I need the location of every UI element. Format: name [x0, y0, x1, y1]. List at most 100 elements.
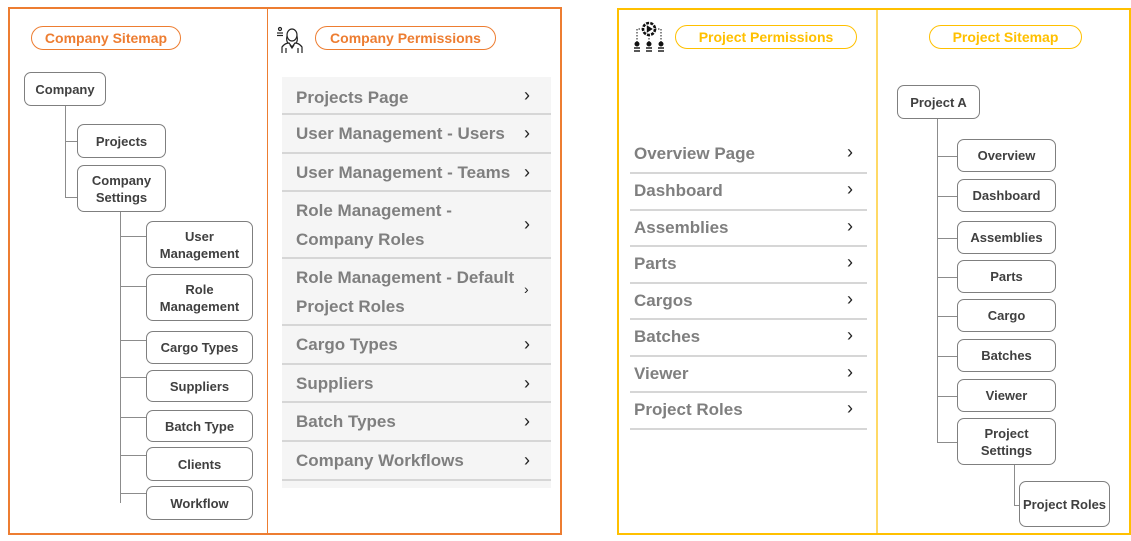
project-sitemap-title: Project Sitemap [929, 25, 1082, 49]
permission-label: Projects Page [296, 88, 409, 107]
company-permissions-title: Company Permissions [315, 26, 496, 50]
tree-connector [120, 493, 146, 494]
sitemap-node-dashboard[interactable]: Dashboard [957, 179, 1056, 212]
tree-connector [120, 417, 146, 418]
company-permissions-list: Projects Page › User Management - Users … [282, 77, 551, 488]
company-sitemap-title: Company Sitemap [31, 26, 181, 50]
project-permissions-title: Project Permissions [675, 25, 857, 49]
tree-connector [937, 119, 938, 443]
permission-label: Batch Types [296, 412, 396, 431]
chevron-right-icon: › [524, 373, 530, 393]
permission-item-parts[interactable]: Parts › [630, 247, 867, 284]
chevron-right-icon: › [524, 85, 530, 105]
tree-connector [937, 156, 957, 157]
sitemap-node-batches[interactable]: Batches [957, 339, 1056, 372]
permission-label: Batches [634, 327, 701, 346]
tree-connector [65, 106, 66, 198]
permission-label: Overview Page [634, 144, 755, 163]
employee-icon [277, 26, 303, 54]
sitemap-node-company[interactable]: Company [24, 72, 106, 106]
chevron-right-icon: › [524, 334, 530, 354]
company-panel-divider [267, 9, 268, 533]
project-panel-divider [876, 10, 878, 533]
tree-connector [120, 236, 146, 237]
tree-connector [120, 212, 121, 503]
tree-connector [937, 356, 957, 357]
permission-label: User Management - Users [296, 124, 505, 143]
sitemap-node-company-settings[interactable]: Company Settings [77, 165, 166, 212]
permission-label: Viewer [634, 364, 689, 383]
permission-label: Company Roles [296, 230, 425, 249]
sitemap-node-workflow[interactable]: Workflow [146, 486, 253, 520]
tree-connector [937, 316, 957, 317]
tree-connector [65, 141, 77, 142]
chevron-right-icon: › [847, 142, 853, 162]
permission-label: Parts [634, 254, 677, 273]
sitemap-node-clients[interactable]: Clients [146, 447, 253, 481]
chevron-right-icon: › [524, 281, 529, 297]
chevron-right-icon: › [847, 252, 853, 272]
tree-connector [120, 377, 146, 378]
permission-item-overview-page[interactable]: Overview Page › [630, 137, 867, 174]
permission-item-assemblies[interactable]: Assemblies › [630, 211, 867, 247]
tree-connector [937, 277, 957, 278]
permission-item-user-management-users[interactable]: User Management - Users › [282, 115, 551, 154]
tree-connector [120, 340, 146, 341]
permission-label: Cargo Types [296, 335, 398, 354]
chevron-right-icon: › [847, 216, 853, 236]
permission-item-role-management-company-roles[interactable]: Role Management - Company Roles › [282, 192, 551, 259]
tree-connector [937, 238, 957, 239]
sitemap-node-suppliers[interactable]: Suppliers [146, 370, 253, 402]
permission-item-role-management-default-project-roles[interactable]: Role Management - Default Project Roles … [282, 259, 551, 326]
permission-label: Cargos [634, 291, 693, 310]
chevron-right-icon: › [847, 325, 853, 345]
permission-item-dashboard[interactable]: Dashboard › [630, 174, 867, 211]
permission-item-projects-page[interactable]: Projects Page › [282, 77, 551, 115]
permission-label: User Management - Teams [296, 163, 511, 182]
permission-label: Project Roles [296, 297, 405, 316]
chevron-right-icon: › [524, 450, 530, 470]
project-panel: Project Permissions Overview Page › Dash… [617, 8, 1131, 535]
permission-item-viewer[interactable]: Viewer › [630, 357, 867, 393]
sitemap-node-project-roles[interactable]: Project Roles [1019, 481, 1110, 527]
company-panel: Company Sitemap Company Projects Company… [8, 7, 562, 535]
permission-item-cargo-types[interactable]: Cargo Types › [282, 326, 551, 365]
sitemap-node-overview[interactable]: Overview [957, 139, 1056, 172]
sitemap-node-cargo[interactable]: Cargo [957, 299, 1056, 332]
tree-connector [65, 197, 77, 198]
sitemap-node-cargo-types[interactable]: Cargo Types [146, 331, 253, 364]
chevron-right-icon: › [524, 411, 530, 431]
permission-item-batch-types[interactable]: Batch Types › [282, 403, 551, 442]
permission-item-company-workflows[interactable]: Company Workflows › [282, 442, 551, 481]
sitemap-node-role-management[interactable]: Role Management [146, 274, 253, 321]
tree-connector [120, 286, 146, 287]
chevron-right-icon: › [847, 398, 853, 418]
sitemap-node-viewer[interactable]: Viewer [957, 379, 1056, 412]
permission-label: Company Workflows [296, 451, 464, 470]
chevron-right-icon: › [847, 179, 853, 199]
permission-label: Project Roles [634, 400, 743, 419]
permission-item-project-roles[interactable]: Project Roles › [630, 393, 867, 430]
permission-item-suppliers[interactable]: Suppliers › [282, 365, 551, 403]
sitemap-node-batch-type[interactable]: Batch Type [146, 410, 253, 442]
permission-item-batches[interactable]: Batches › [630, 320, 867, 357]
sitemap-node-project-settings[interactable]: Project Settings [957, 418, 1056, 465]
sitemap-node-projects[interactable]: Projects [77, 124, 166, 158]
sitemap-node-assemblies[interactable]: Assemblies [957, 221, 1056, 254]
tree-connector [1014, 465, 1015, 506]
tree-connector [937, 442, 957, 443]
chevron-right-icon: › [524, 214, 530, 234]
sitemap-node-project-a[interactable]: Project A [897, 85, 980, 119]
workflow-gear-icon [634, 20, 664, 60]
sitemap-node-user-management[interactable]: User Management [146, 221, 253, 268]
permission-label: Dashboard [634, 181, 723, 200]
permission-item-cargos[interactable]: Cargos › [630, 284, 867, 320]
sitemap-node-parts[interactable]: Parts [957, 260, 1056, 293]
tree-connector [937, 196, 957, 197]
chevron-right-icon: › [524, 123, 530, 143]
project-permissions-list: Overview Page › Dashboard › Assemblies ›… [630, 137, 867, 430]
permission-label: Suppliers [296, 374, 374, 393]
chevron-right-icon: › [524, 162, 530, 182]
permission-item-user-management-teams[interactable]: User Management - Teams › [282, 154, 551, 192]
chevron-right-icon: › [847, 289, 853, 309]
